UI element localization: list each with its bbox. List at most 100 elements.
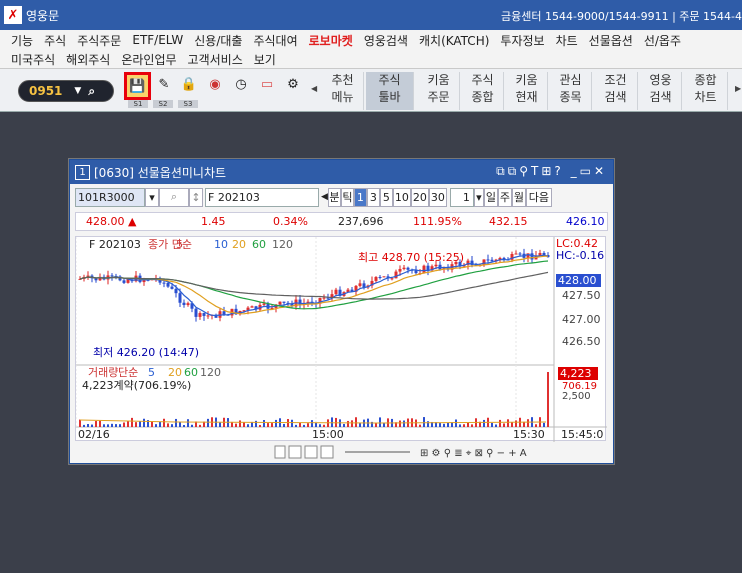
menu-item[interactable]: 신용/대출 <box>194 32 242 49</box>
timeframe-button[interactable]: 1 <box>353 187 367 207</box>
volume-bar <box>507 419 509 427</box>
left-arrow-icon[interactable]: ◀ <box>321 192 328 202</box>
candle <box>166 282 170 287</box>
toolbar-button[interactable]: 관심 종목 <box>550 72 592 110</box>
unit-button[interactable]: 일 <box>483 187 498 207</box>
chart-toolbar-icons[interactable]: ⊞ ⚙ ⚲ ≣ ⌖ ⊠ ⚲ − + A <box>75 444 606 460</box>
spin-icon[interactable]: ↕ <box>189 187 203 207</box>
monitor-icon[interactable]: ▭ <box>256 73 278 95</box>
volume-bar <box>307 423 309 427</box>
code-dropdown-icon[interactable]: ▾ <box>145 187 159 207</box>
volume-bar <box>403 420 405 427</box>
menu-item[interactable]: 차트 <box>556 32 578 49</box>
volume-bar <box>295 424 297 427</box>
toolbar-button[interactable]: 종합 차트 <box>684 72 728 110</box>
toolbar-button[interactable]: 키움 주문 <box>418 72 460 110</box>
candle <box>378 276 382 278</box>
window-controls[interactable]: ⧉⧉⚲T⊞? _▭✕ <box>496 164 607 179</box>
chart-bottom-bar: ⊞ ⚙ ⚲ ≣ ⌖ ⊠ ⚲ − + A <box>75 444 606 460</box>
volume-bar <box>299 422 301 427</box>
timeframe-button[interactable]: 10 <box>392 187 411 207</box>
candle <box>186 303 190 305</box>
volume-bar <box>495 424 497 427</box>
code-input[interactable]: 101R3000 <box>75 187 145 207</box>
brush-icon[interactable]: ✎ <box>153 73 175 95</box>
menu-item[interactable]: 주식주문 <box>77 32 121 49</box>
x-tick: 02/16 <box>78 428 110 441</box>
candlestick-chart[interactable]: F 202103 종가 단순 5 10 20 60 120 최고 428.70 (15:25)… <box>75 236 607 442</box>
menu-item[interactable]: 캐치(KATCH) <box>419 32 489 49</box>
toolbar-button[interactable]: 조건 검색 <box>594 72 638 110</box>
menu-item[interactable]: ETF/ELW <box>132 33 183 47</box>
quote-high: 432.15 <box>489 215 528 228</box>
volume-bar <box>95 421 97 427</box>
ma-line <box>79 260 549 310</box>
candle <box>178 293 182 303</box>
unit-button[interactable]: 월 <box>511 187 526 207</box>
clock-icon[interactable]: ◷ <box>230 73 252 95</box>
menu-item[interactable]: 주식 <box>44 32 66 49</box>
volume-bar <box>447 422 449 427</box>
scroll-left-icon[interactable]: ◀ <box>311 84 317 93</box>
menu-item[interactable]: 영웅검색 <box>364 32 408 49</box>
gear-icon[interactable]: ⚙ <box>282 73 304 95</box>
volume-bar <box>99 420 101 427</box>
menu-item[interactable]: 보기 <box>254 51 276 68</box>
next-button[interactable]: 다음 <box>525 187 552 207</box>
menu-item[interactable]: 선물옵션 <box>589 32 633 49</box>
volume-bar <box>343 423 345 427</box>
toolbar-button[interactable]: 키움 현재 <box>506 72 548 110</box>
save-icon[interactable]: 💾 <box>124 72 151 100</box>
volume-bar <box>535 424 537 427</box>
y-tick: 427.50 <box>562 289 601 302</box>
timeframe-button[interactable]: 5 <box>379 187 393 207</box>
menu-item[interactable]: 주식대여 <box>253 32 297 49</box>
menu-item[interactable]: 미국주식 <box>11 51 55 68</box>
quote-volume: 237,696 <box>338 215 384 228</box>
legend-item: 60 <box>252 238 266 251</box>
candle <box>122 280 126 283</box>
search-icon[interactable]: ⌕ <box>88 84 95 99</box>
menu-item[interactable]: 로보마켓 <box>309 32 353 49</box>
candle <box>402 267 406 270</box>
menu-item[interactable]: 투자정보 <box>500 32 544 49</box>
volume-bar <box>319 424 321 427</box>
scroll-right-icon[interactable]: ▶ <box>735 84 741 93</box>
volume-bar <box>515 420 517 427</box>
chevron-down-icon[interactable]: ▼ <box>74 86 81 96</box>
candle <box>358 283 362 286</box>
volume-bar <box>355 417 357 427</box>
period-input[interactable]: 1 <box>449 187 474 207</box>
volume-bar <box>139 421 141 427</box>
timeframe-button[interactable]: 틱 <box>340 187 354 207</box>
menu-item[interactable]: 고객서비스 <box>188 51 243 68</box>
timeframe-button[interactable]: 20 <box>410 187 429 207</box>
timeframe-button[interactable]: 30 <box>428 187 447 207</box>
camera-icon[interactable]: ◉ <box>204 73 226 95</box>
search-icon[interactable]: ⌕ <box>159 187 189 207</box>
menu-item[interactable]: 해외주식 <box>66 51 110 68</box>
toolbar-button[interactable]: 추천 메뉴 <box>322 72 364 110</box>
window-titlebar[interactable]: 1 [0630] 선물옵션미니차트 ⧉⧉⚲T⊞? _▭✕ <box>70 160 613 184</box>
menu-item[interactable]: 선/옵주 <box>644 32 681 49</box>
toolbar-button[interactable]: 주식 툴바 <box>366 72 414 110</box>
lock-icon[interactable]: 🔒 <box>178 73 200 95</box>
unit-button[interactable]: 주 <box>497 187 512 207</box>
menu-item[interactable]: 온라인업무 <box>121 51 176 68</box>
candle <box>382 276 386 278</box>
volume-bar <box>143 418 145 427</box>
toolbar-tab-s3[interactable]: S3 <box>178 100 198 108</box>
toolbar-tab-s1[interactable]: S1 <box>128 100 148 108</box>
timeframe-button[interactable]: 분 <box>327 187 341 207</box>
toolbar-button[interactable]: 주식 종합 <box>462 72 504 110</box>
volume-label: 4,223 <box>560 367 592 380</box>
toolbar-button[interactable]: 영웅 검색 <box>640 72 682 110</box>
screen-code-input[interactable]: 0951 ▼ ⌕ <box>18 80 114 102</box>
period-dropdown-icon[interactable]: ▾ <box>473 187 484 207</box>
candle <box>278 301 282 305</box>
menu-item[interactable]: 기능 <box>11 32 33 49</box>
chart-svg: F 202103 종가 단순5 10 20 60 120최고 428.70 (15:25)… <box>75 237 607 442</box>
toolbar-tab-s2[interactable]: S2 <box>153 100 173 108</box>
app-title: 영웅문 <box>26 8 60 23</box>
timeframe-button[interactable]: 3 <box>366 187 380 207</box>
